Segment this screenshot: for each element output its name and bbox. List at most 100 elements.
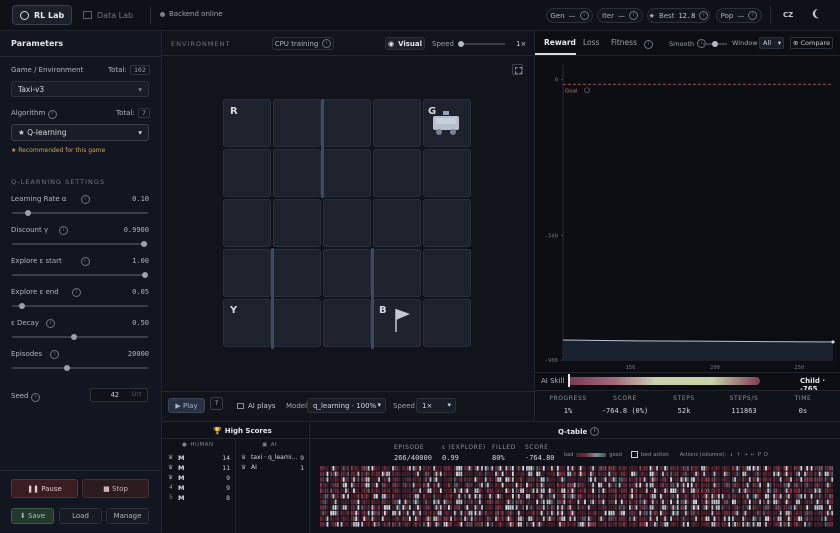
qtable-cell bbox=[587, 516, 590, 521]
stat-iter[interactable]: Iter — i bbox=[597, 8, 643, 23]
compare-button[interactable]: ⊕ Compare bbox=[790, 37, 833, 49]
qtable-cell bbox=[721, 505, 724, 510]
param-slider-knob[interactable] bbox=[142, 272, 148, 278]
qtable-cell bbox=[703, 522, 706, 527]
info-icon[interactable] bbox=[584, 87, 590, 94]
qtable-cell bbox=[404, 522, 407, 527]
qtable-cell bbox=[373, 505, 376, 510]
seed-input[interactable]: 42 int bbox=[90, 388, 148, 402]
qtable-cell bbox=[587, 510, 590, 516]
info-icon[interactable]: i bbox=[46, 319, 56, 328]
play-button[interactable]: ▶ Play bbox=[168, 398, 205, 413]
stat-pop[interactable]: Pop — i bbox=[716, 8, 762, 23]
stat-gen[interactable]: Gen — i bbox=[546, 8, 593, 23]
qtable-cell bbox=[478, 516, 481, 521]
qtable-cell bbox=[641, 471, 644, 477]
qtable-cell bbox=[481, 505, 483, 510]
qtable-cell bbox=[373, 522, 376, 527]
qtable-cell bbox=[365, 516, 368, 521]
qtable-cell bbox=[417, 494, 419, 499]
param-slider-knob[interactable] bbox=[140, 241, 147, 247]
info-icon[interactable]: i bbox=[50, 350, 60, 359]
smooth-slider-knob[interactable] bbox=[712, 41, 718, 47]
param-slider-knob[interactable] bbox=[70, 334, 77, 340]
qtable-cell bbox=[664, 488, 667, 493]
info-icon[interactable]: i bbox=[47, 110, 57, 119]
pause-button[interactable]: ❚❚ Pause bbox=[11, 479, 78, 498]
qtable-cell bbox=[600, 522, 603, 527]
window-value: All bbox=[763, 39, 772, 47]
seed-unit: int bbox=[131, 391, 142, 398]
qtable-cell bbox=[600, 471, 603, 477]
window-select[interactable]: All ▾ bbox=[759, 37, 784, 49]
qtable-cell bbox=[567, 488, 569, 493]
qtable-cell bbox=[775, 505, 778, 510]
tab-rl-lab[interactable]: RL Lab bbox=[12, 5, 72, 25]
qtable-cell bbox=[342, 471, 345, 477]
qtable-cell bbox=[579, 522, 582, 527]
qtable-cell bbox=[631, 494, 633, 499]
info-icon[interactable]: i bbox=[80, 195, 90, 204]
tab-fitness[interactable]: Fitness bbox=[611, 38, 637, 47]
info-icon[interactable]: i bbox=[590, 427, 600, 436]
theme-moon-icon[interactable] bbox=[814, 8, 826, 20]
param-slider[interactable] bbox=[12, 365, 148, 371]
qtable-cell bbox=[643, 516, 646, 521]
param-slider[interactable] bbox=[12, 210, 148, 216]
param-slider[interactable] bbox=[12, 303, 148, 309]
info-icon[interactable]: i bbox=[644, 40, 653, 49]
qtable-cell bbox=[612, 510, 615, 516]
help-icon[interactable]: ? bbox=[210, 397, 223, 410]
speed-slider[interactable] bbox=[458, 41, 505, 47]
save-button[interactable]: ⬇ Save bbox=[11, 508, 54, 524]
stop-button[interactable]: ■ Stop bbox=[82, 479, 149, 498]
info-icon[interactable]: i bbox=[59, 226, 68, 235]
environment-select[interactable]: Taxi-v3 ▾ bbox=[11, 81, 149, 97]
tab-reward[interactable]: Reward bbox=[535, 31, 576, 55]
visual-toggle[interactable]: ◉ Visual bbox=[385, 37, 425, 50]
qtable-cell bbox=[643, 494, 646, 499]
stat-best[interactable]: ★ Best 12.8 i bbox=[647, 8, 710, 23]
param-slider[interactable] bbox=[12, 334, 148, 340]
qtable-cell bbox=[726, 488, 728, 493]
qtable-cell bbox=[478, 499, 481, 505]
qtable-cell bbox=[775, 499, 778, 505]
info-icon[interactable]: i bbox=[71, 288, 81, 297]
qtable-cell bbox=[649, 505, 652, 510]
info-icon[interactable]: i bbox=[80, 257, 90, 266]
tab-loss[interactable]: Loss bbox=[583, 38, 599, 47]
qtable-cell bbox=[425, 488, 427, 493]
qtable-cell bbox=[831, 516, 834, 521]
load-button[interactable]: Load bbox=[59, 508, 102, 524]
language-button[interactable]: CZ bbox=[783, 11, 793, 19]
model-select[interactable]: q_learning · 100% ▾ bbox=[307, 398, 386, 413]
fullscreen-icon[interactable] bbox=[512, 64, 523, 75]
info-icon[interactable]: i bbox=[30, 393, 40, 402]
qtable-cell bbox=[615, 494, 617, 499]
qtable-cell bbox=[670, 522, 672, 527]
cpu-training-badge[interactable]: CPU training i bbox=[272, 37, 334, 50]
smooth-slider[interactable] bbox=[703, 41, 727, 47]
param-slider-knob[interactable] bbox=[25, 210, 31, 216]
param-slider-knob[interactable] bbox=[64, 365, 70, 371]
qtable-cell bbox=[423, 482, 425, 488]
ai-plays-toggle[interactable]: AI plays bbox=[237, 402, 276, 410]
speed-slider-knob[interactable] bbox=[458, 41, 464, 47]
play-icon: ▶ bbox=[175, 401, 181, 410]
tab-data-lab[interactable]: Data Lab bbox=[78, 5, 140, 25]
param-slider-knob[interactable] bbox=[18, 303, 25, 309]
qtable-cell bbox=[598, 516, 600, 521]
manage-button[interactable]: Manage bbox=[106, 508, 149, 524]
qtable-cell bbox=[345, 499, 347, 505]
qtable-cell bbox=[723, 482, 726, 488]
param-slider[interactable] bbox=[12, 272, 148, 278]
param-slider[interactable] bbox=[12, 241, 148, 247]
qtable-cell bbox=[522, 466, 525, 471]
qtable-cell bbox=[736, 499, 739, 505]
qtable-cell bbox=[536, 499, 539, 505]
qtable-cell bbox=[528, 488, 530, 493]
qtable-cell bbox=[670, 499, 672, 505]
play-speed-select[interactable]: 1× ▾ bbox=[416, 398, 456, 413]
qtable-cell bbox=[448, 522, 450, 527]
algorithm-select[interactable]: ★ Q-learning ▾ bbox=[11, 124, 149, 141]
